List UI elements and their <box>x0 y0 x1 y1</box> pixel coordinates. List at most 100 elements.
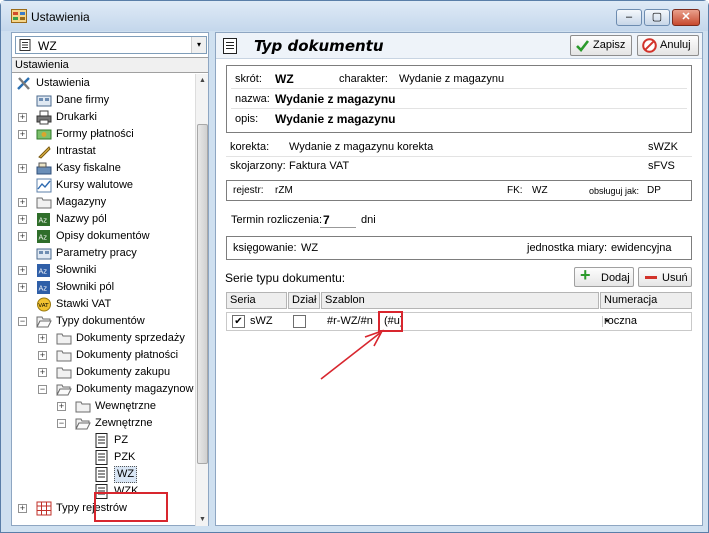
chevron-down-icon[interactable]: ▾ <box>191 37 206 53</box>
expand-icon[interactable]: + <box>38 368 47 377</box>
save-label: Zapisz <box>593 39 626 51</box>
add-label: Dodaj <box>601 272 630 284</box>
charakter-field[interactable]: Wydanie z magazynu <box>399 73 504 85</box>
tree-item[interactable]: − Dokumenty magazynowe <box>12 381 194 398</box>
skojarzony-field[interactable]: Faktura VAT <box>289 160 349 172</box>
search-combo[interactable]: WZ ▾ <box>15 36 207 54</box>
charakter-label: charakter: <box>339 73 388 85</box>
close-button[interactable]: ✕ <box>672 9 700 26</box>
tree-item[interactable]: + Drukarki <box>12 109 194 126</box>
tree-item[interactable]: Ustawienia <box>12 75 194 92</box>
expand-icon[interactable]: + <box>18 232 27 241</box>
column-header-dzial[interactable]: Dział <box>288 292 320 309</box>
svg-text:Az: Az <box>39 285 48 293</box>
basic-info-box: skrót: WZ charakter: Wydanie z magazynu … <box>226 65 692 133</box>
tree-item[interactable]: + Wewnętrzne <box>12 398 194 415</box>
tree-item-label: Dokumenty zakupu <box>76 366 171 378</box>
scroll-up-icon[interactable]: ▲ <box>196 74 209 87</box>
tree-item-label: Stawki VAT <box>56 298 112 310</box>
tree-item[interactable]: − Typy dokumentów <box>12 313 194 330</box>
numbering-field[interactable]: roczna <box>604 315 637 327</box>
folder-open-icon <box>75 416 91 431</box>
tree-item[interactable]: + Dokumenty płatności <box>12 347 194 364</box>
tree-item-label: Zewnętrzne <box>95 417 153 429</box>
expand-icon[interactable]: + <box>18 266 27 275</box>
rejestr-field[interactable]: rZM <box>275 185 293 196</box>
scroll-down-icon[interactable]: ▼ <box>196 513 209 526</box>
expand-icon[interactable]: + <box>18 215 27 224</box>
tree-item[interactable]: WZ <box>12 466 194 483</box>
tree-item[interactable]: PZ <box>12 432 194 449</box>
expand-icon[interactable]: + <box>18 504 27 513</box>
table-row[interactable]: ✔ sWZ #r-WZ/#n (#u) ▾ roczna <box>226 312 692 331</box>
document-type-panel: Typ dokumentu Zapisz Anuluj skrót: WZ ch… <box>215 32 703 526</box>
rejestr-label: rejestr: <box>233 185 264 196</box>
minimize-button[interactable]: – <box>616 9 642 26</box>
termin-label: Termin rozliczenia: <box>231 214 323 226</box>
column-header-szablon[interactable]: Szablon <box>321 292 599 309</box>
expand-icon[interactable]: + <box>38 351 47 360</box>
opis-field[interactable]: Wydanie z magazynu <box>275 112 395 126</box>
tree-item[interactable]: + Dokumenty zakupu <box>12 364 194 381</box>
termin-field[interactable]: 7 <box>323 213 330 227</box>
tree-item[interactable]: + Az Słowniki <box>12 262 194 279</box>
expand-icon[interactable]: + <box>18 198 27 207</box>
column-header-numeracja[interactable]: Numeracja <box>600 292 692 309</box>
jm-field[interactable]: ewidencyjna <box>611 242 672 254</box>
expand-icon[interactable]: + <box>18 283 27 292</box>
ksiegowanie-field[interactable]: WZ <box>301 242 318 254</box>
tree-item[interactable]: − Zewnętrzne <box>12 415 194 432</box>
register-icon <box>36 161 52 176</box>
fk-field[interactable]: WZ <box>532 185 548 196</box>
tree-item-label: Ustawienia <box>36 77 90 89</box>
save-button[interactable]: Zapisz <box>570 35 632 56</box>
nazwa-field[interactable]: Wydanie z magazynu <box>275 92 395 106</box>
tree-item[interactable]: Dane firmy <box>12 92 194 109</box>
folder-open-icon <box>56 382 72 397</box>
tree-item[interactable]: Kursy walutowe <box>12 177 194 194</box>
collapse-icon[interactable]: − <box>38 385 47 394</box>
document-icon <box>19 39 31 51</box>
skojarzony-code: sFVS <box>648 160 675 172</box>
collapse-icon[interactable]: − <box>18 317 27 326</box>
collapse-icon[interactable]: − <box>57 419 66 428</box>
tree-item[interactable]: + Formy płatności <box>12 126 194 143</box>
tree-item[interactable]: + Kasy fiskalne <box>12 160 194 177</box>
settings-tree-panel: WZ ▾ Ustawienia Ustawienia Dane firmy + Dru… <box>11 32 209 526</box>
expand-icon[interactable]: + <box>18 164 27 173</box>
tree-item[interactable]: VAT Stawki VAT <box>12 296 194 313</box>
skrot-field[interactable]: WZ <box>275 72 294 86</box>
tree-item[interactable]: Intrastat <box>12 143 194 160</box>
tree-item-label: Magazyny <box>56 196 107 208</box>
tree-item[interactable]: PZK <box>12 449 194 466</box>
expand-icon[interactable]: + <box>38 334 47 343</box>
tree-item[interactable]: + Az Słowniki pól <box>12 279 194 296</box>
tree-item-label: Intrastat <box>56 145 96 157</box>
tree-item[interactable]: + Az Nazwy pól <box>12 211 194 228</box>
expand-icon[interactable]: + <box>18 130 27 139</box>
expand-icon[interactable]: + <box>57 402 66 411</box>
series-active-checkbox[interactable]: ✔ <box>232 315 245 328</box>
cancel-button[interactable]: Anuluj <box>637 35 699 56</box>
scroll-thumb[interactable] <box>197 124 208 464</box>
tree-scrollbar[interactable]: ▲ ▼ <box>195 74 208 526</box>
expand-icon[interactable]: + <box>18 113 27 122</box>
maximize-button[interactable]: ▢ <box>644 9 670 26</box>
tree-item[interactable]: + Dokumenty sprzedaży <box>12 330 194 347</box>
folder-open-icon <box>36 314 52 329</box>
svg-text:Az: Az <box>39 217 48 225</box>
column-header-seria[interactable]: Seria <box>226 292 287 309</box>
tree-item-label: Nazwy pól <box>56 213 107 225</box>
tree-item[interactable]: + Az Opisy dokumentów <box>12 228 194 245</box>
tree-item[interactable]: Parametry pracy <box>12 245 194 262</box>
add-series-button[interactable]: + Dodaj <box>574 266 634 287</box>
remove-series-button[interactable]: Usuń <box>638 267 692 287</box>
obsluguj-field[interactable]: DP <box>647 185 661 196</box>
doc-icon <box>94 467 110 482</box>
korekta-field[interactable]: Wydanie z magazynu korekta <box>289 141 433 153</box>
tree-item[interactable]: + Magazyny <box>12 194 194 211</box>
tree-item-label: Kursy walutowe <box>56 179 134 191</box>
tree-item-label: Drukarki <box>56 111 97 123</box>
tree-item-label: Dokumenty sprzedaży <box>76 332 185 344</box>
department-checkbox[interactable] <box>293 315 306 328</box>
